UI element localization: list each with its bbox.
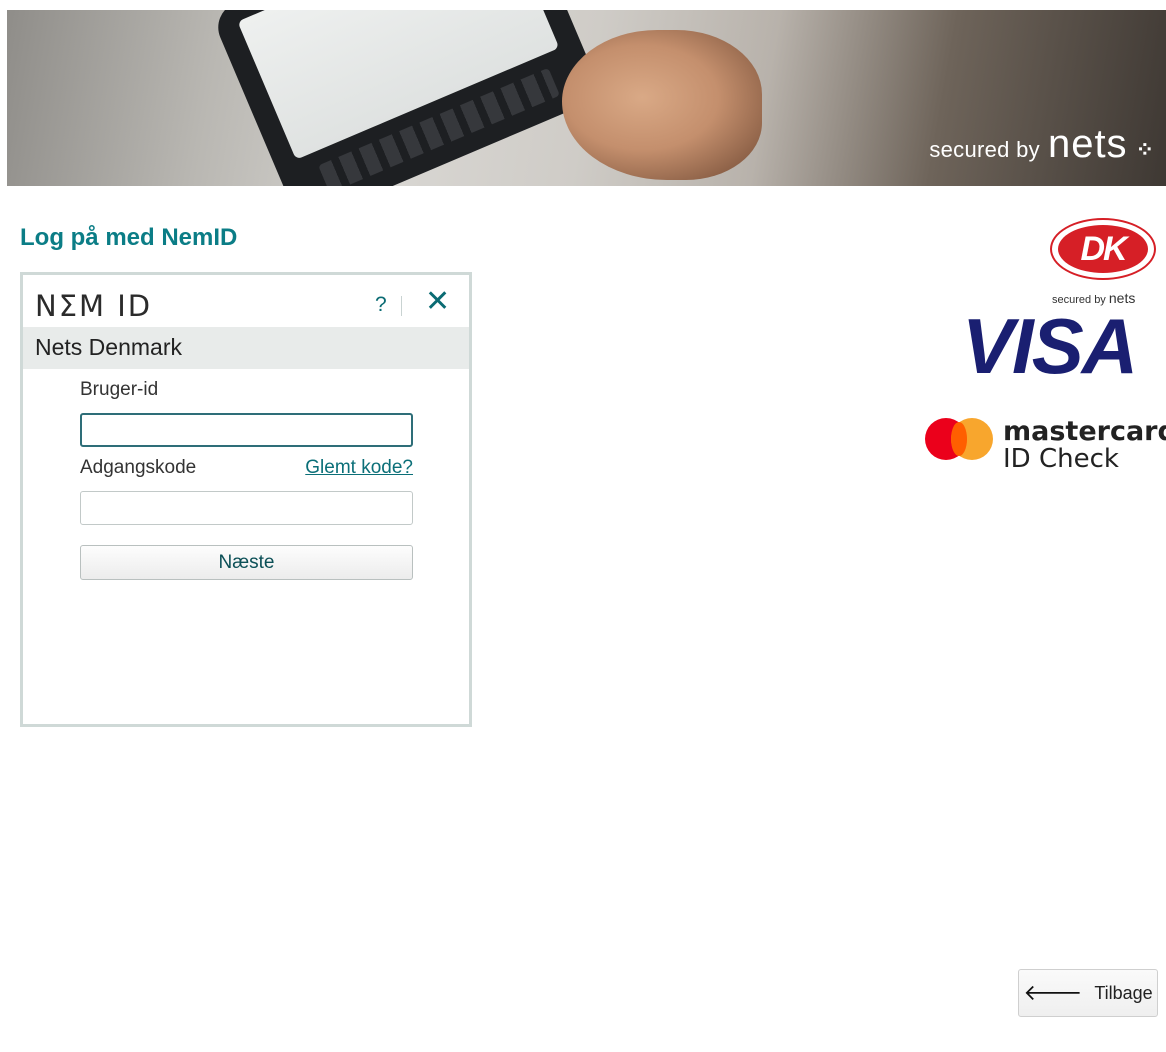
help-icon[interactable]: ?	[375, 293, 387, 317]
password-input[interactable]	[80, 491, 413, 525]
password-label: Adgangskode	[80, 457, 197, 478]
merchant-name: Nets Denmark	[23, 327, 469, 369]
header-banner: secured by nets ⁘	[7, 10, 1166, 186]
user-id-label: Bruger-id	[80, 379, 159, 400]
next-button[interactable]: Næste	[80, 545, 413, 580]
phone-image	[210, 10, 604, 186]
dankort-logo: DK	[1050, 218, 1156, 280]
secured-by-nets-logo: secured by nets ⁘	[929, 122, 1154, 166]
mastercard-id-check-logo: mastercard. ID Check	[1003, 416, 1166, 475]
back-label: Tilbage	[1094, 982, 1153, 1003]
visa-logo: VISA	[962, 302, 1138, 390]
close-icon[interactable]: ✕	[425, 287, 450, 317]
nemid-header: NΣM ID ? ✕	[23, 275, 469, 327]
mastercard-logo-icon	[925, 418, 995, 460]
back-button[interactable]: 🡐 Tilbage	[1018, 969, 1158, 1017]
arrow-left-icon: 🡐	[1023, 980, 1083, 1005]
forgot-password-link[interactable]: Glemt kode?	[305, 457, 413, 479]
login-form: Bruger-id Adgangskode Glemt kode? Næste	[80, 379, 413, 580]
page-title: Log på med NemID	[20, 224, 238, 251]
nemid-logo: NΣM ID	[35, 289, 153, 323]
hand-image	[562, 30, 762, 180]
nemid-login-box: NΣM ID ? ✕ Nets Denmark Bruger-id Adgang…	[20, 272, 472, 727]
user-id-input[interactable]	[80, 413, 413, 447]
divider	[401, 296, 402, 316]
